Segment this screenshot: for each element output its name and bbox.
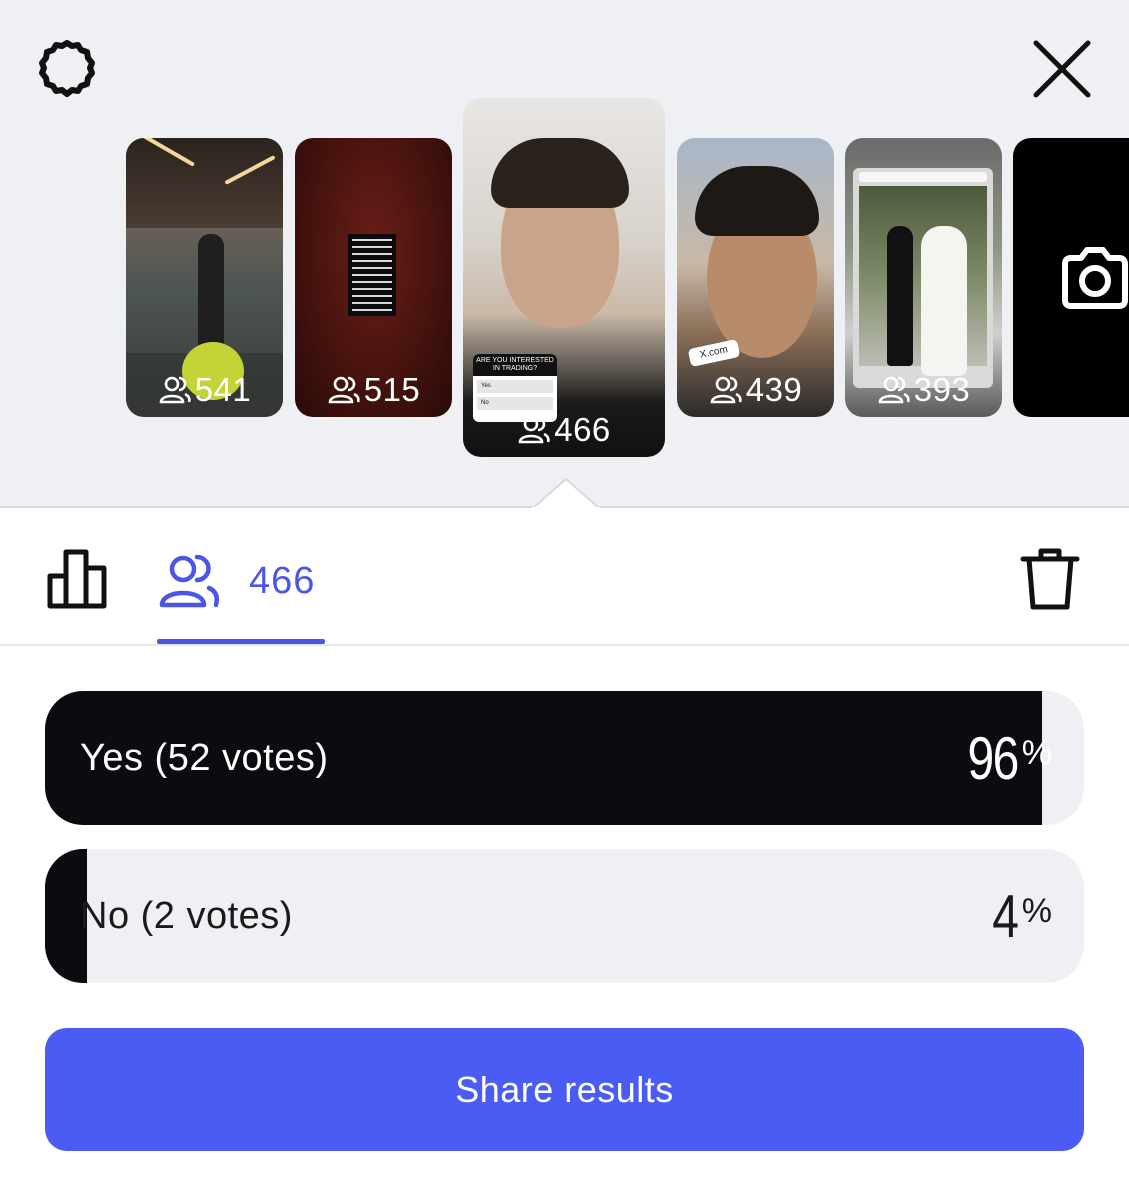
tab-viewers[interactable]: 466 — [157, 546, 327, 616]
story-thumbnail[interactable]: 515 — [295, 138, 452, 417]
viewer-count-text: 393 — [913, 371, 971, 408]
result-percent: 4 % — [986, 849, 1052, 983]
gear-icon[interactable] — [34, 37, 100, 103]
result-label: Yes (52 votes) — [80, 736, 329, 779]
story-thumbnail[interactable]: 541 — [126, 138, 283, 417]
percent-value: 96 — [967, 724, 1020, 792]
poll-sticker-option: Yes — [477, 380, 553, 393]
viewer-count-text: 541 — [194, 371, 252, 408]
divider — [0, 644, 1129, 646]
wedding-photo — [859, 186, 987, 376]
shared-post-card — [853, 168, 993, 388]
link-sticker: X.com — [687, 338, 741, 368]
viewers-count: 466 — [249, 559, 316, 602]
result-percent: 96 % — [955, 691, 1052, 825]
trash-icon[interactable] — [1020, 547, 1080, 611]
story-viewer-count: 515 — [295, 371, 452, 409]
selection-pointer — [532, 478, 600, 510]
story-viewer-count: 393 — [845, 371, 1002, 409]
story-thumbnail[interactable]: 393 — [845, 138, 1002, 417]
text-post-card — [348, 234, 396, 316]
result-label: No (2 votes) — [80, 894, 293, 937]
people-icon — [710, 376, 742, 404]
person-figure — [198, 234, 224, 354]
poll-sticker-question: ARE YOU INTERESTED IN TRADING? — [473, 354, 557, 376]
bar-chart-icon[interactable] — [46, 548, 110, 610]
story-viewer-count: 466 — [463, 411, 665, 449]
post-header — [859, 172, 987, 182]
people-icon — [159, 376, 191, 404]
story-thumbnail-selected[interactable]: ARE YOU INTERESTED IN TRADING? Yes No 46… — [463, 98, 665, 457]
people-icon — [159, 554, 219, 608]
percent-sign: % — [1021, 891, 1052, 930]
gym-ceiling — [126, 138, 283, 228]
people-icon — [878, 376, 910, 404]
share-results-button[interactable]: Share results — [45, 1028, 1084, 1151]
hair-shape — [695, 166, 819, 236]
viewer-count-text: 439 — [745, 371, 803, 408]
people-icon — [328, 376, 360, 404]
poll-sticker-option: No — [477, 397, 553, 410]
percent-value: 4 — [992, 882, 1020, 950]
bride-figure — [921, 226, 967, 376]
people-icon — [518, 416, 550, 444]
story-viewer-count: 541 — [126, 371, 283, 409]
viewer-count-text: 515 — [363, 371, 421, 408]
close-icon[interactable] — [1030, 37, 1094, 101]
groom-figure — [887, 226, 913, 366]
story-thumbnail[interactable]: X.com 439 — [677, 138, 834, 417]
add-story-camera-tile[interactable] — [1013, 138, 1129, 417]
poll-result-yes: Yes (52 votes) 96 % — [45, 691, 1084, 825]
percent-sign: % — [1021, 733, 1052, 772]
story-viewer-count: 439 — [677, 371, 834, 409]
camera-icon — [1062, 247, 1128, 309]
viewer-count-text: 466 — [554, 411, 611, 448]
hair-shape — [491, 138, 629, 208]
poll-result-no: No (2 votes) 4 % — [45, 849, 1084, 983]
